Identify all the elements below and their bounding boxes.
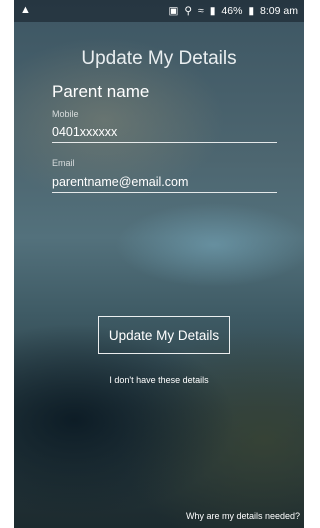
email-field[interactable]: parentname@email.com <box>52 175 277 193</box>
status-indicators: ▣ ⚲ ≈ ▮ 46% ▮ 8:09 am <box>166 5 298 17</box>
notification-icon: ▲ <box>20 4 31 16</box>
signal-icon: ▮ <box>209 5 216 17</box>
mobile-label: Mobile <box>52 109 79 119</box>
why-details-link[interactable]: Why are my details needed? <box>186 511 300 521</box>
sim-icon: ▣ <box>168 5 179 17</box>
battery-icon: ▮ <box>248 5 255 17</box>
clock: 8:09 am <box>260 5 298 17</box>
no-details-link[interactable]: I don't have these details <box>14 375 304 385</box>
mobile-field[interactable]: 0401xxxxxx <box>52 125 277 143</box>
email-label: Email <box>52 158 75 168</box>
update-details-button[interactable]: Update My Details <box>98 316 230 354</box>
wifi-icon: ≈ <box>198 5 204 17</box>
parent-name: Parent name <box>52 82 150 101</box>
battery-percent: 46% <box>221 5 243 17</box>
page-title: Update My Details <box>81 48 237 69</box>
location-icon: ⚲ <box>184 5 193 17</box>
status-bar: ▲ ▣ ⚲ ≈ ▮ 46% ▮ 8:09 am <box>14 0 304 22</box>
phone-screen: ▲ ▣ ⚲ ≈ ▮ 46% ▮ 8:09 am Update My Detail… <box>14 0 304 528</box>
